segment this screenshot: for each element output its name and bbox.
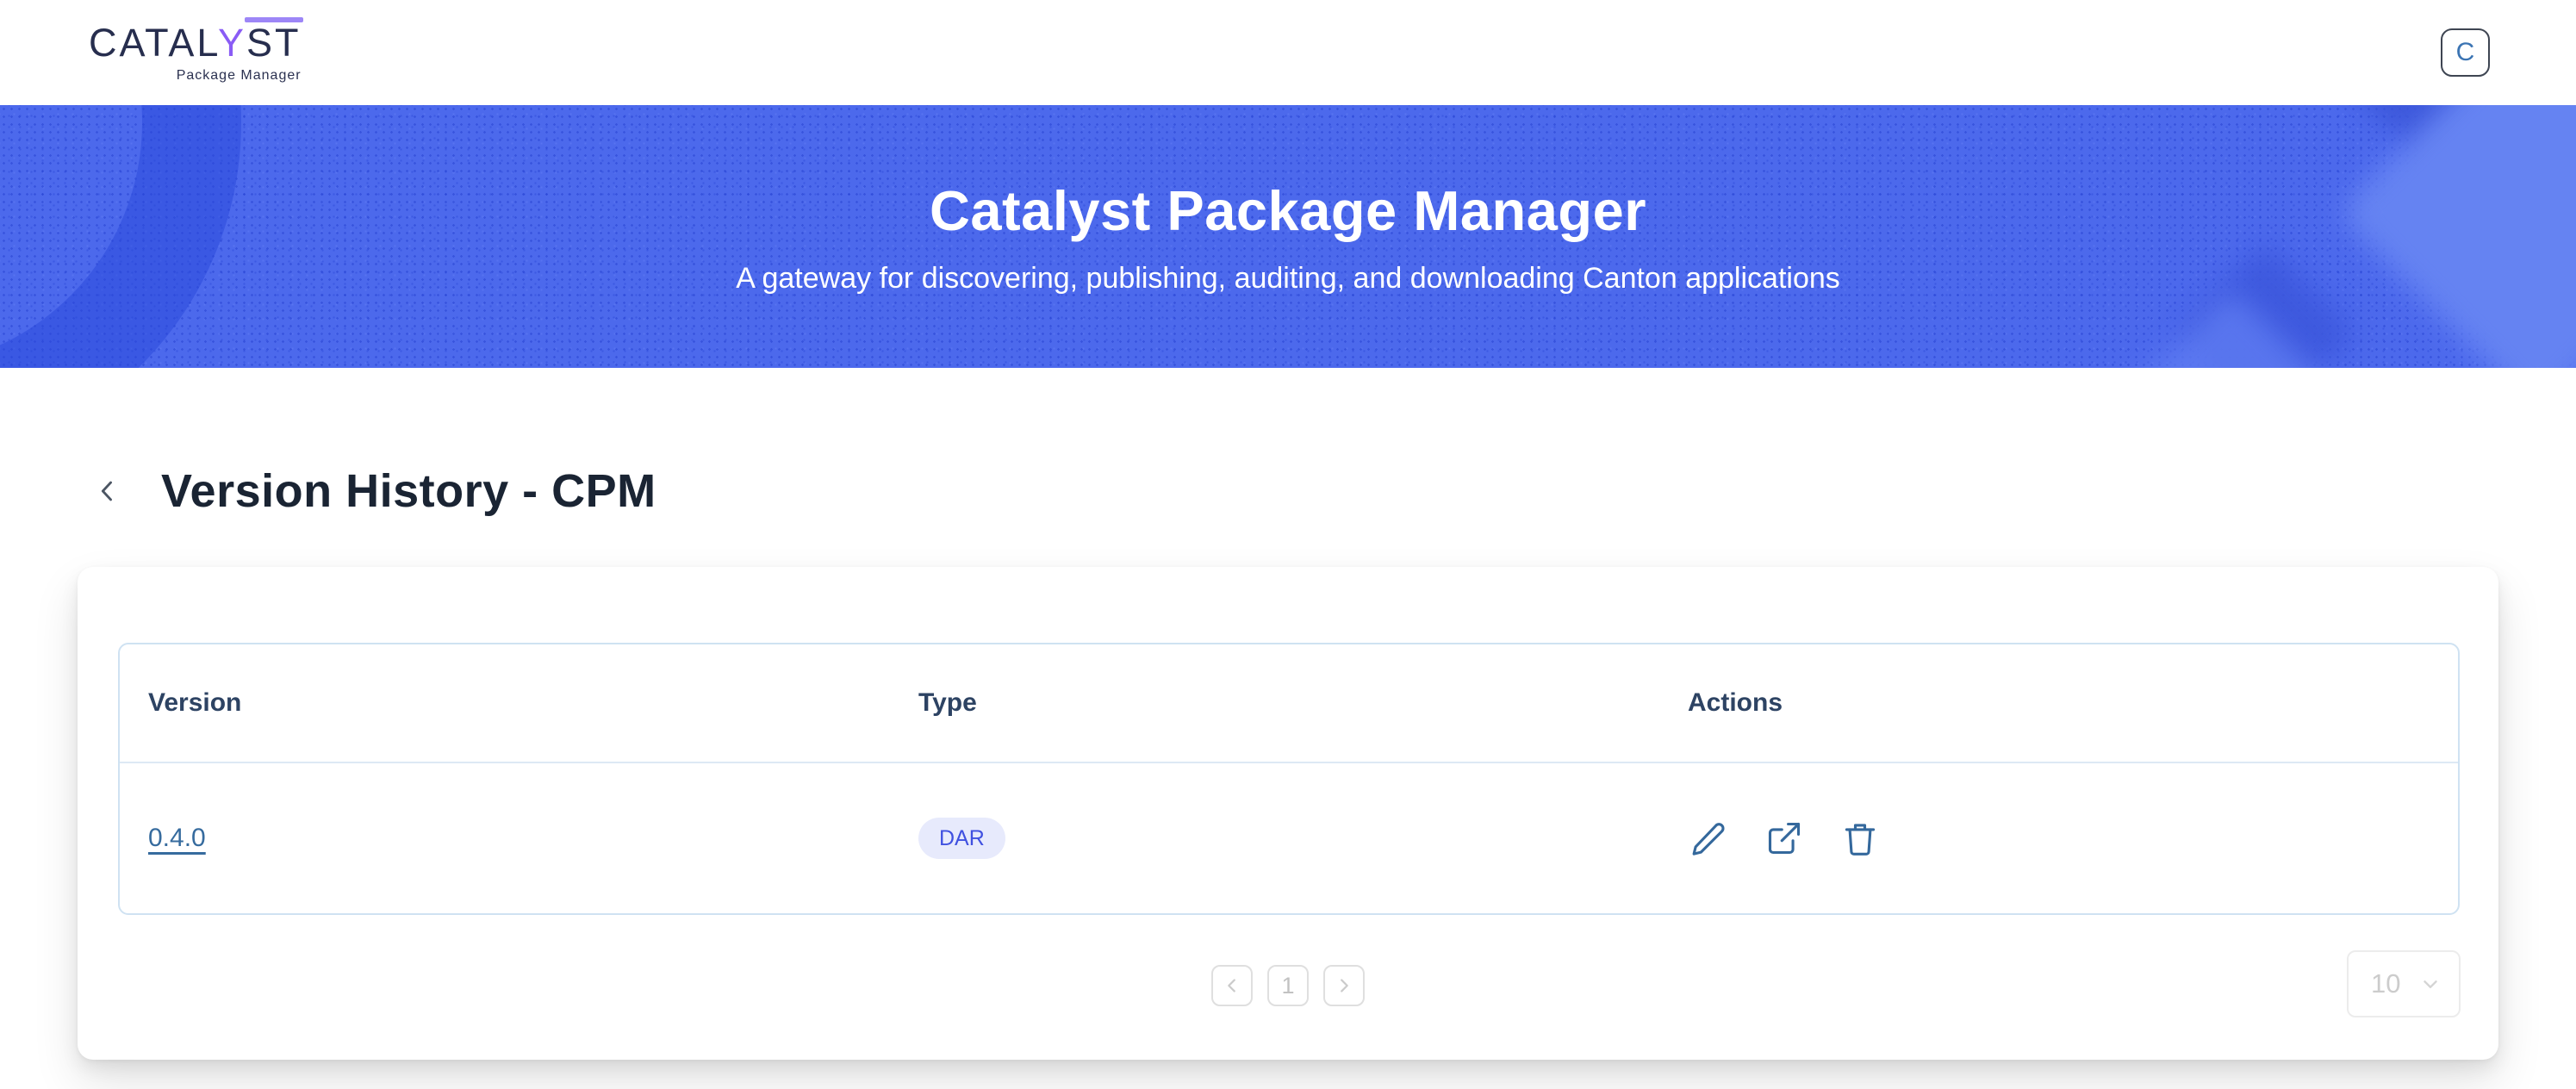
- row-actions: [1688, 818, 1881, 859]
- column-header-type: Type: [890, 688, 1659, 718]
- page-size-select[interactable]: 10: [2347, 950, 2461, 1017]
- pagination: 1: [78, 965, 2498, 1006]
- column-header-actions: Actions: [1659, 688, 2458, 718]
- logo-text-catal: CATAL: [89, 21, 218, 65]
- version-cell: 0.4.0: [120, 824, 890, 853]
- page-header: Version History - CPM: [89, 464, 2576, 518]
- version-history-card: Version Type Actions 0.4.0 DAR: [78, 567, 2498, 1060]
- chevron-left-icon: [1223, 976, 1241, 995]
- back-button[interactable]: [89, 472, 127, 510]
- hero-title: Catalyst Package Manager: [930, 178, 1646, 243]
- page-title: Version History - CPM: [161, 464, 656, 518]
- version-link[interactable]: 0.4.0: [148, 824, 206, 853]
- page-number-button[interactable]: 1: [1267, 965, 1309, 1006]
- open-external-button[interactable]: [1764, 818, 1805, 859]
- actions-cell: [1659, 818, 2458, 859]
- table-row: 0.4.0 DAR: [120, 763, 2458, 913]
- hero-banner: Catalyst Package Manager A gateway for d…: [0, 105, 2576, 368]
- prev-page-button[interactable]: [1211, 965, 1253, 1006]
- logo-subtitle: Package Manager: [177, 68, 302, 84]
- type-cell: DAR: [890, 818, 1659, 859]
- trash-icon: [1841, 819, 1879, 857]
- chevron-down-icon: [2419, 973, 2442, 995]
- logo-text-y: Y: [218, 21, 246, 65]
- page-size-value: 10: [2371, 968, 2400, 999]
- edit-button[interactable]: [1688, 818, 1729, 859]
- top-navbar: CATALYST Package Manager C: [0, 0, 2576, 105]
- type-badge: DAR: [918, 818, 1005, 859]
- chevron-left-icon: [93, 476, 122, 506]
- next-page-button[interactable]: [1323, 965, 1365, 1006]
- catalyst-logo[interactable]: CATALYST Package Manager: [89, 22, 302, 84]
- pencil-icon: [1689, 819, 1727, 857]
- logo-wordmark: CATALYST: [89, 22, 302, 65]
- avatar-initial: C: [2456, 38, 2475, 67]
- column-header-version: Version: [120, 688, 890, 718]
- table-header-row: Version Type Actions: [120, 644, 2458, 763]
- delete-button[interactable]: [1839, 818, 1881, 859]
- external-link-icon: [1765, 819, 1803, 857]
- hero-subtitle: A gateway for discovering, publishing, a…: [736, 262, 1840, 296]
- user-avatar-button[interactable]: C: [2441, 28, 2490, 77]
- logo-text-st: ST: [246, 21, 302, 65]
- chevron-right-icon: [1335, 976, 1353, 995]
- versions-table: Version Type Actions 0.4.0 DAR: [118, 643, 2460, 915]
